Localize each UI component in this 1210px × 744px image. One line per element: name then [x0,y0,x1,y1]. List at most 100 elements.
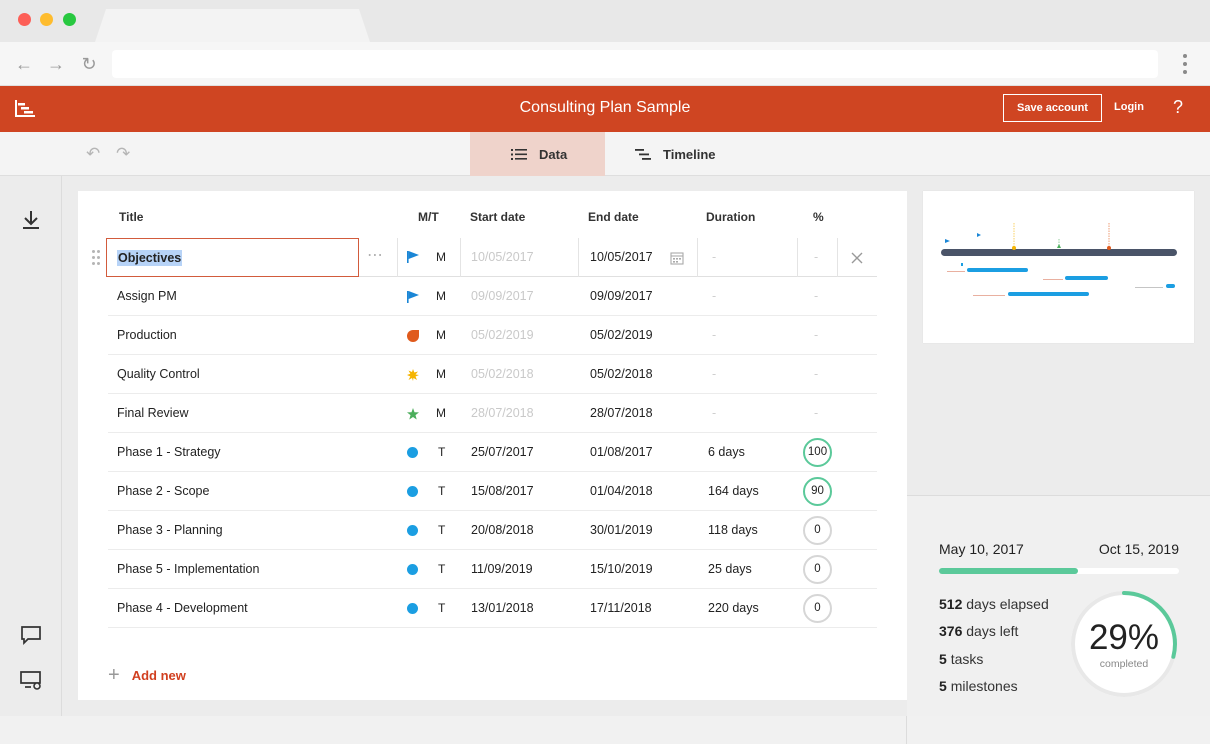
type-cell[interactable]: T [438,550,445,589]
percent-complete-badge[interactable]: 0 [803,555,832,584]
more-options-icon[interactable]: ⋯ [367,238,383,277]
redo-icon[interactable]: ↷ [116,144,130,164]
title-edit-value[interactable]: Objectives [117,250,183,266]
percent-cell[interactable]: - [814,355,818,394]
start-date-cell[interactable]: 13/01/2018 [471,589,534,628]
comment-icon[interactable] [19,623,43,647]
type-cell[interactable]: T [438,472,445,511]
percent-complete-badge[interactable]: 0 [803,594,832,623]
duration-cell[interactable]: 220 days [708,589,759,628]
undo-icon[interactable]: ↶ [86,144,100,164]
duration-cell[interactable]: - [712,394,716,433]
column-header-end-date[interactable]: End date [588,210,639,224]
percent-cell[interactable]: - [814,238,818,277]
type-cell[interactable]: M [436,355,446,394]
address-bar[interactable] [112,50,1158,78]
duration-cell[interactable]: 25 days [708,550,752,589]
end-date-cell[interactable]: 05/02/2018 [590,355,653,394]
title-cell[interactable]: Phase 1 - Strategy [117,433,221,472]
save-account-button[interactable]: Save account [1003,94,1102,122]
table-row[interactable]: Phase 5 - Implementation T 11/09/2019 15/10… [108,550,877,589]
end-date-cell[interactable]: 01/04/2018 [590,472,653,511]
percent-cell[interactable]: - [814,394,818,433]
type-cell[interactable]: T [438,433,445,472]
tab-timeline[interactable]: Timeline [635,132,716,176]
start-date-cell[interactable]: 20/08/2018 [471,511,534,550]
close-icon[interactable] [851,252,863,264]
login-link[interactable]: Login [1114,101,1144,113]
column-header-mt[interactable]: M/T [418,210,439,224]
title-cell[interactable]: Phase 3 - Planning [117,511,223,550]
title-cell[interactable]: Phase 2 - Scope [117,472,209,511]
table-row[interactable]: Phase 3 - Planning T 20/08/2018 30/01/2019 1… [108,511,877,550]
add-new-button[interactable]: + Add new [108,665,186,685]
table-row[interactable]: Phase 4 - Development T 13/01/2018 17/11/20… [108,589,877,628]
start-date-cell[interactable]: 05/02/2018 [471,355,534,394]
maximize-window-button[interactable] [63,13,76,26]
duration-cell[interactable]: - [712,355,716,394]
minimize-window-button[interactable] [40,13,53,26]
tab-data[interactable]: Data [470,132,605,176]
drag-handle-icon[interactable] [92,250,102,266]
table-row[interactable]: Phase 2 - Scope T 15/08/2017 01/04/2018 164 … [108,472,877,511]
end-date-cell[interactable]: 15/10/2019 [590,550,653,589]
table-row[interactable]: Assign PM M 09/09/2017 09/09/2017 - - [108,277,877,316]
end-date-cell[interactable]: 30/01/2019 [590,511,653,550]
start-date-cell[interactable]: 05/02/2019 [471,316,534,355]
start-date-cell[interactable]: 09/09/2017 [471,277,534,316]
help-icon[interactable]: ? [1173,97,1183,118]
table-row[interactable]: Production M 05/02/2019 05/02/2019 - - [108,316,877,355]
duration-cell[interactable]: 118 days [708,511,758,550]
duration-cell[interactable]: 6 days [708,433,745,472]
end-date-cell[interactable]: 01/08/2017 [590,433,653,472]
column-header-percent[interactable]: % [813,210,824,224]
end-date-input[interactable]: 10/05/2017 [590,238,653,277]
start-date-cell[interactable]: 15/08/2017 [471,472,534,511]
end-date-cell[interactable]: 09/09/2017 [590,277,653,316]
start-date-cell[interactable]: 28/07/2018 [471,394,534,433]
end-date-cell[interactable]: 05/02/2019 [590,316,653,355]
percent-cell[interactable]: - [814,316,818,355]
type-cell[interactable]: T [438,511,445,550]
title-cell[interactable]: Phase 4 - Development [117,589,248,628]
end-date-cell[interactable]: 28/07/2018 [590,394,653,433]
back-arrow-icon[interactable]: ← [14,54,34,74]
download-icon[interactable] [19,208,43,232]
end-date-cell[interactable]: 17/11/2018 [590,589,652,628]
table-row[interactable]: Phase 1 - Strategy T 25/07/2017 01/08/2017 6… [108,433,877,472]
type-cell[interactable]: T [438,589,445,628]
duration-cell[interactable]: - [712,238,716,277]
duration-cell[interactable]: - [712,277,716,316]
title-edit-input[interactable]: Objectives [106,238,359,277]
table-row-editing[interactable]: Objectives ⋯ M 10/05/2017 10/05/2017 - - [92,238,877,277]
reload-icon[interactable]: ↻ [79,54,99,74]
screen-settings-icon[interactable] [19,668,43,692]
column-header-start-date[interactable]: Start date [470,210,525,224]
type-cell[interactable]: M [436,394,446,433]
title-cell[interactable]: Quality Control [117,355,200,394]
table-row[interactable]: Final Review M 28/07/2018 28/07/2018 - - [108,394,877,433]
duration-cell[interactable]: 164 days [708,472,759,511]
timeline-preview[interactable] [923,191,1194,343]
start-date-cell[interactable]: 10/05/2017 [471,238,534,277]
title-cell[interactable]: Phase 5 - Implementation [117,550,259,589]
type-cell[interactable]: M [436,238,446,277]
title-cell[interactable]: Production [117,316,177,355]
duration-cell[interactable]: - [712,316,716,355]
forward-arrow-icon[interactable]: → [46,54,66,74]
type-cell[interactable]: M [436,316,446,355]
type-cell[interactable]: M [436,277,446,316]
browser-menu-icon[interactable] [1182,54,1188,74]
percent-cell[interactable]: - [814,277,818,316]
start-date-cell[interactable]: 25/07/2017 [471,433,534,472]
table-row[interactable]: Quality Control M 05/02/2018 05/02/2018 - - [108,355,877,394]
percent-complete-badge[interactable]: 0 [803,516,832,545]
close-window-button[interactable] [18,13,31,26]
column-header-title[interactable]: Title [119,210,143,224]
percent-complete-badge[interactable]: 100 [803,438,832,467]
column-header-duration[interactable]: Duration [706,210,755,224]
calendar-icon[interactable] [670,251,684,265]
title-cell[interactable]: Final Review [117,394,189,433]
percent-complete-badge[interactable]: 90 [803,477,832,506]
title-cell[interactable]: Assign PM [117,277,177,316]
